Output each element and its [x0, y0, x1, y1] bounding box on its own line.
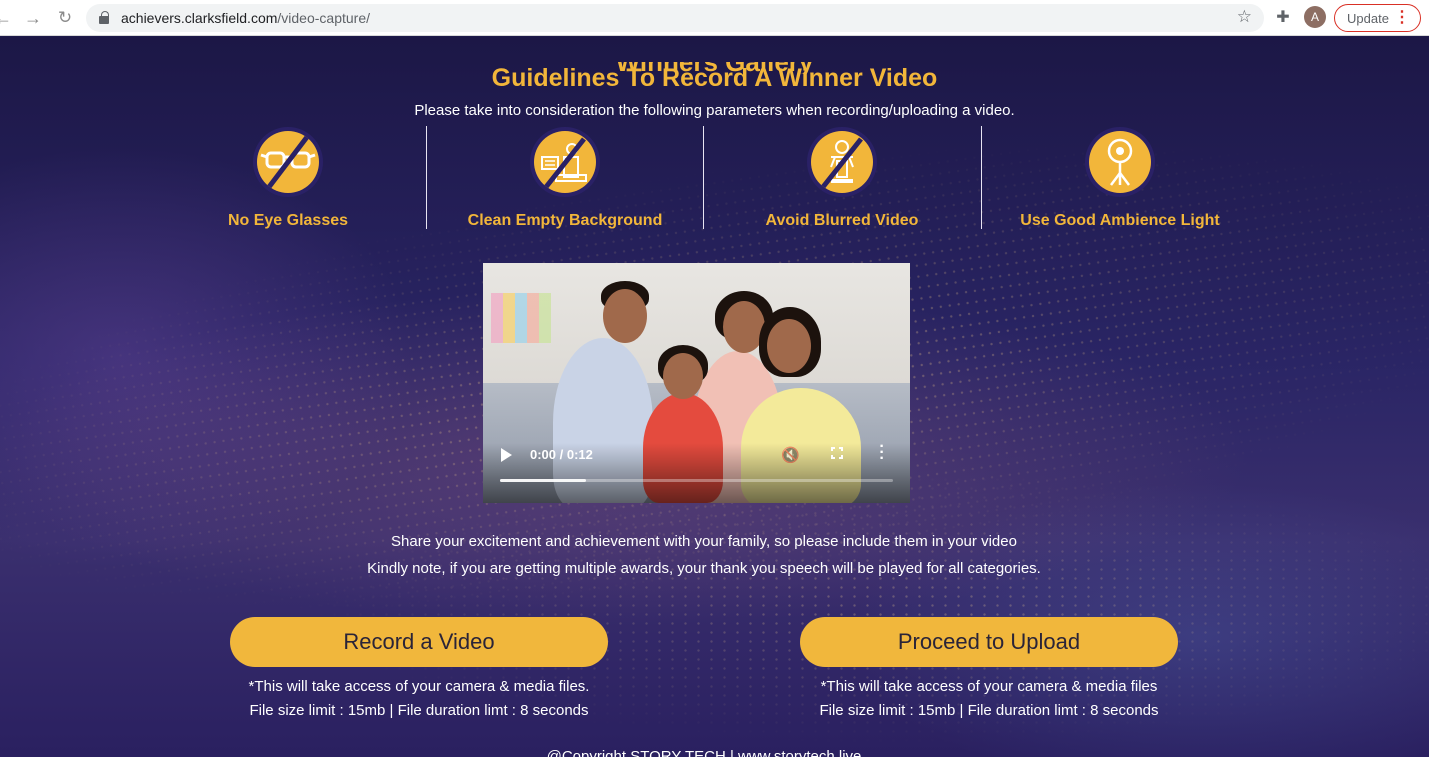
- browser-toolbar: ← → ↻ achievers.clarksfield.com/video-ca…: [0, 0, 1429, 36]
- address-bar[interactable]: achievers.clarksfield.com/video-capture/…: [86, 4, 1264, 32]
- badge: [1085, 127, 1155, 197]
- guideline-clean-background: Clean Empty Background: [430, 127, 700, 230]
- divider: [426, 126, 427, 229]
- copyright-footer: @Copyright STORY TECH | www.storytech.li…: [546, 748, 862, 757]
- url-domain: achievers.clarksfield.com: [121, 10, 278, 26]
- light-icon: [1089, 131, 1151, 193]
- reload-icon[interactable]: ↻: [54, 7, 76, 29]
- record-limits-note: File size limit : 15mb | File duration l…: [249, 702, 589, 719]
- fullscreen-icon[interactable]: [831, 447, 843, 459]
- video-player[interactable]: 0:00 / 0:12 🔇 · · ·: [483, 263, 910, 503]
- proceed-to-upload-button[interactable]: Proceed to Upload: [800, 617, 1178, 667]
- upload-limits-note: File size limit : 15mb | File duration l…: [819, 702, 1159, 719]
- divider: [981, 126, 982, 229]
- no-glasses-icon: [257, 131, 319, 193]
- video-frame-detail: [491, 293, 551, 343]
- guideline-label: Clean Empty Background: [467, 212, 663, 229]
- forward-arrow-icon[interactable]: →: [22, 7, 44, 29]
- video-figure: [663, 353, 703, 399]
- back-arrow-icon[interactable]: ←: [0, 7, 14, 29]
- play-icon[interactable]: [501, 448, 512, 462]
- video-figure: [603, 289, 647, 343]
- no-clutter-icon: [534, 131, 596, 193]
- page-subtitle: Please take into consideration the follo…: [414, 102, 1015, 119]
- multiple-awards-note: Kindly note, if you are getting multiple…: [367, 560, 1041, 577]
- more-options-icon[interactable]: · · ·: [879, 439, 885, 467]
- profile-avatar[interactable]: A: [1304, 6, 1326, 28]
- volume-icon[interactable]: 🔇: [781, 446, 800, 464]
- menu-kebab-icon[interactable]: ⋮: [1394, 8, 1410, 28]
- video-time: 0:00 / 0:12: [530, 447, 593, 462]
- badge: [807, 127, 877, 197]
- video-buffered: [500, 479, 587, 482]
- upload-access-note: *This will take access of your camera & …: [820, 678, 1158, 695]
- guideline-no-eye-glasses: No Eye Glasses: [153, 127, 423, 230]
- url-text[interactable]: achievers.clarksfield.com/video-capture/: [121, 10, 370, 26]
- family-note: Share your excitement and achievement wi…: [391, 533, 1017, 550]
- guideline-label: Use Good Ambience Light: [1020, 212, 1220, 229]
- lock-icon[interactable]: [99, 11, 109, 24]
- divider: [703, 126, 704, 229]
- update-button[interactable]: Update ⋮: [1334, 4, 1421, 32]
- url-path: /video-capture/: [277, 10, 370, 26]
- update-label: Update: [1347, 10, 1389, 26]
- bookmark-star-icon[interactable]: ☆: [1237, 7, 1252, 27]
- record-access-note: *This will take access of your camera & …: [248, 678, 590, 695]
- video-progress-bar[interactable]: [500, 479, 893, 482]
- guideline-avoid-blur: Avoid Blurred Video: [707, 127, 977, 230]
- badge: [253, 127, 323, 197]
- page-content: Winners Gallery Guidelines To Record A W…: [0, 37, 1429, 757]
- guideline-good-light: Use Good Ambience Light: [985, 127, 1255, 230]
- record-fineprint: *This will take access of your camera & …: [219, 675, 619, 723]
- video-figure: [767, 319, 811, 373]
- no-blur-icon: [811, 131, 873, 193]
- badge: [530, 127, 600, 197]
- upload-fineprint: *This will take access of your camera & …: [789, 675, 1189, 723]
- guideline-label: No Eye Glasses: [227, 212, 349, 229]
- page-title: Guidelines To Record A Winner Video: [491, 64, 938, 92]
- extensions-puzzle-icon[interactable]: ✚: [1273, 7, 1293, 27]
- guideline-label: Avoid Blurred Video: [765, 212, 919, 229]
- record-video-button[interactable]: Record a Video: [230, 617, 608, 667]
